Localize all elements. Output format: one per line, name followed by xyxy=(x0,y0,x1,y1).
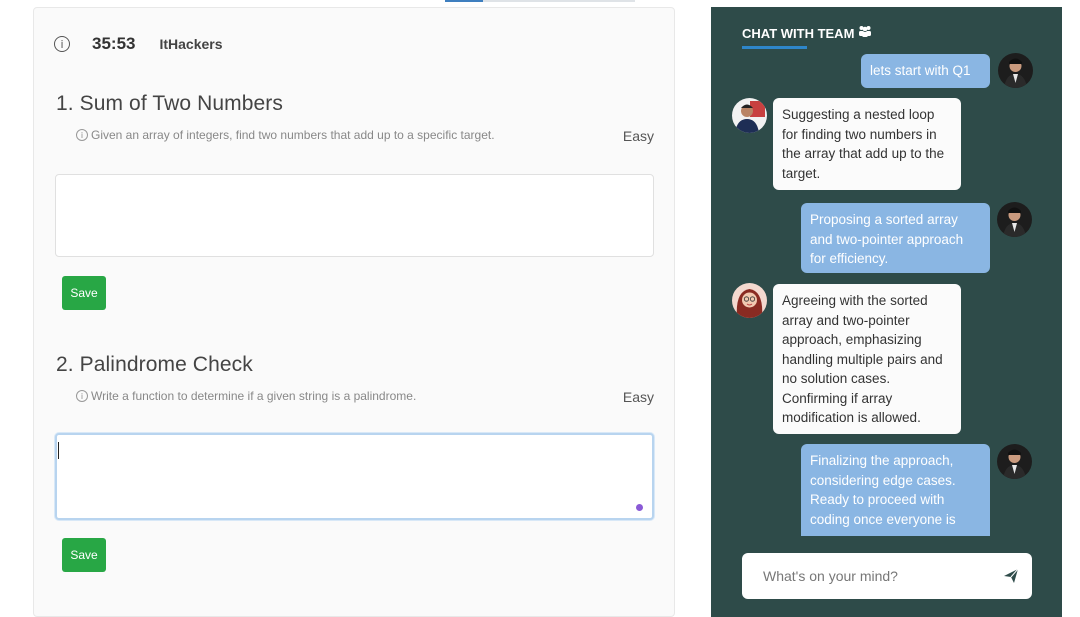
save-button-q1[interactable]: Save xyxy=(62,276,106,310)
chat-message-mine: Proposing a sorted array and two-pointer… xyxy=(801,203,990,273)
user-avatar xyxy=(997,444,1032,479)
difficulty-label: Easy xyxy=(622,128,654,144)
chat-title-underline xyxy=(742,46,807,49)
chat-message-teammate: Suggesting a nested loop for finding two… xyxy=(773,98,961,190)
question-title: 2. Palindrome Check xyxy=(56,353,253,376)
timer: 35:53 xyxy=(92,34,136,53)
difficulty-label: Easy xyxy=(622,389,654,405)
teammate-avatar xyxy=(732,283,767,318)
chat-message-mine: Finalizing the approach, considering edg… xyxy=(801,444,990,536)
question-description: i Write a function to determine if a giv… xyxy=(76,389,416,403)
question-description-text: Given an array of integers, find two num… xyxy=(91,128,495,142)
info-icon[interactable]: i xyxy=(54,36,70,52)
chat-message-mine: lets start with Q1 xyxy=(861,54,990,88)
question-1: 1. Sum of Two Numbers i Given an array o… xyxy=(56,92,656,144)
grammar-dot-icon[interactable] xyxy=(636,504,643,511)
questions-panel: i 35:53 ItHackers 1. Sum of Two Numbers … xyxy=(33,7,675,617)
user-avatar xyxy=(998,53,1033,88)
chat-input-container xyxy=(742,553,1032,599)
info-icon: i xyxy=(76,390,88,402)
chat-message-teammate: Agreeing with the sorted array and two-p… xyxy=(773,284,961,434)
brand-name: ItHackers xyxy=(159,36,223,52)
chat-panel: CHAT WITH TEAM lets start with Q1 Sugges… xyxy=(711,7,1062,617)
team-icon xyxy=(858,25,872,41)
user-avatar xyxy=(997,202,1032,237)
active-tab-indicator xyxy=(445,0,483,2)
chat-title: CHAT WITH TEAM xyxy=(742,25,872,41)
send-icon[interactable] xyxy=(1002,567,1020,585)
question-description-text: Write a function to determine if a given… xyxy=(91,389,417,403)
chat-title-text: CHAT WITH TEAM xyxy=(742,25,855,41)
answer-input-q2[interactable] xyxy=(55,433,654,520)
test-header: i 35:53 ItHackers xyxy=(54,33,223,55)
question-description: i Given an array of integers, find two n… xyxy=(76,128,495,142)
save-button-q2[interactable]: Save xyxy=(62,538,106,572)
answer-input-q1[interactable] xyxy=(55,174,654,257)
question-2: 2. Palindrome Check i Write a function t… xyxy=(56,353,656,405)
info-icon: i xyxy=(76,129,88,141)
text-caret xyxy=(58,442,59,459)
chat-message-input[interactable] xyxy=(742,568,982,584)
teammate-avatar xyxy=(732,98,767,133)
top-tab-indicator xyxy=(445,0,635,2)
question-title: 1. Sum of Two Numbers xyxy=(56,92,283,115)
